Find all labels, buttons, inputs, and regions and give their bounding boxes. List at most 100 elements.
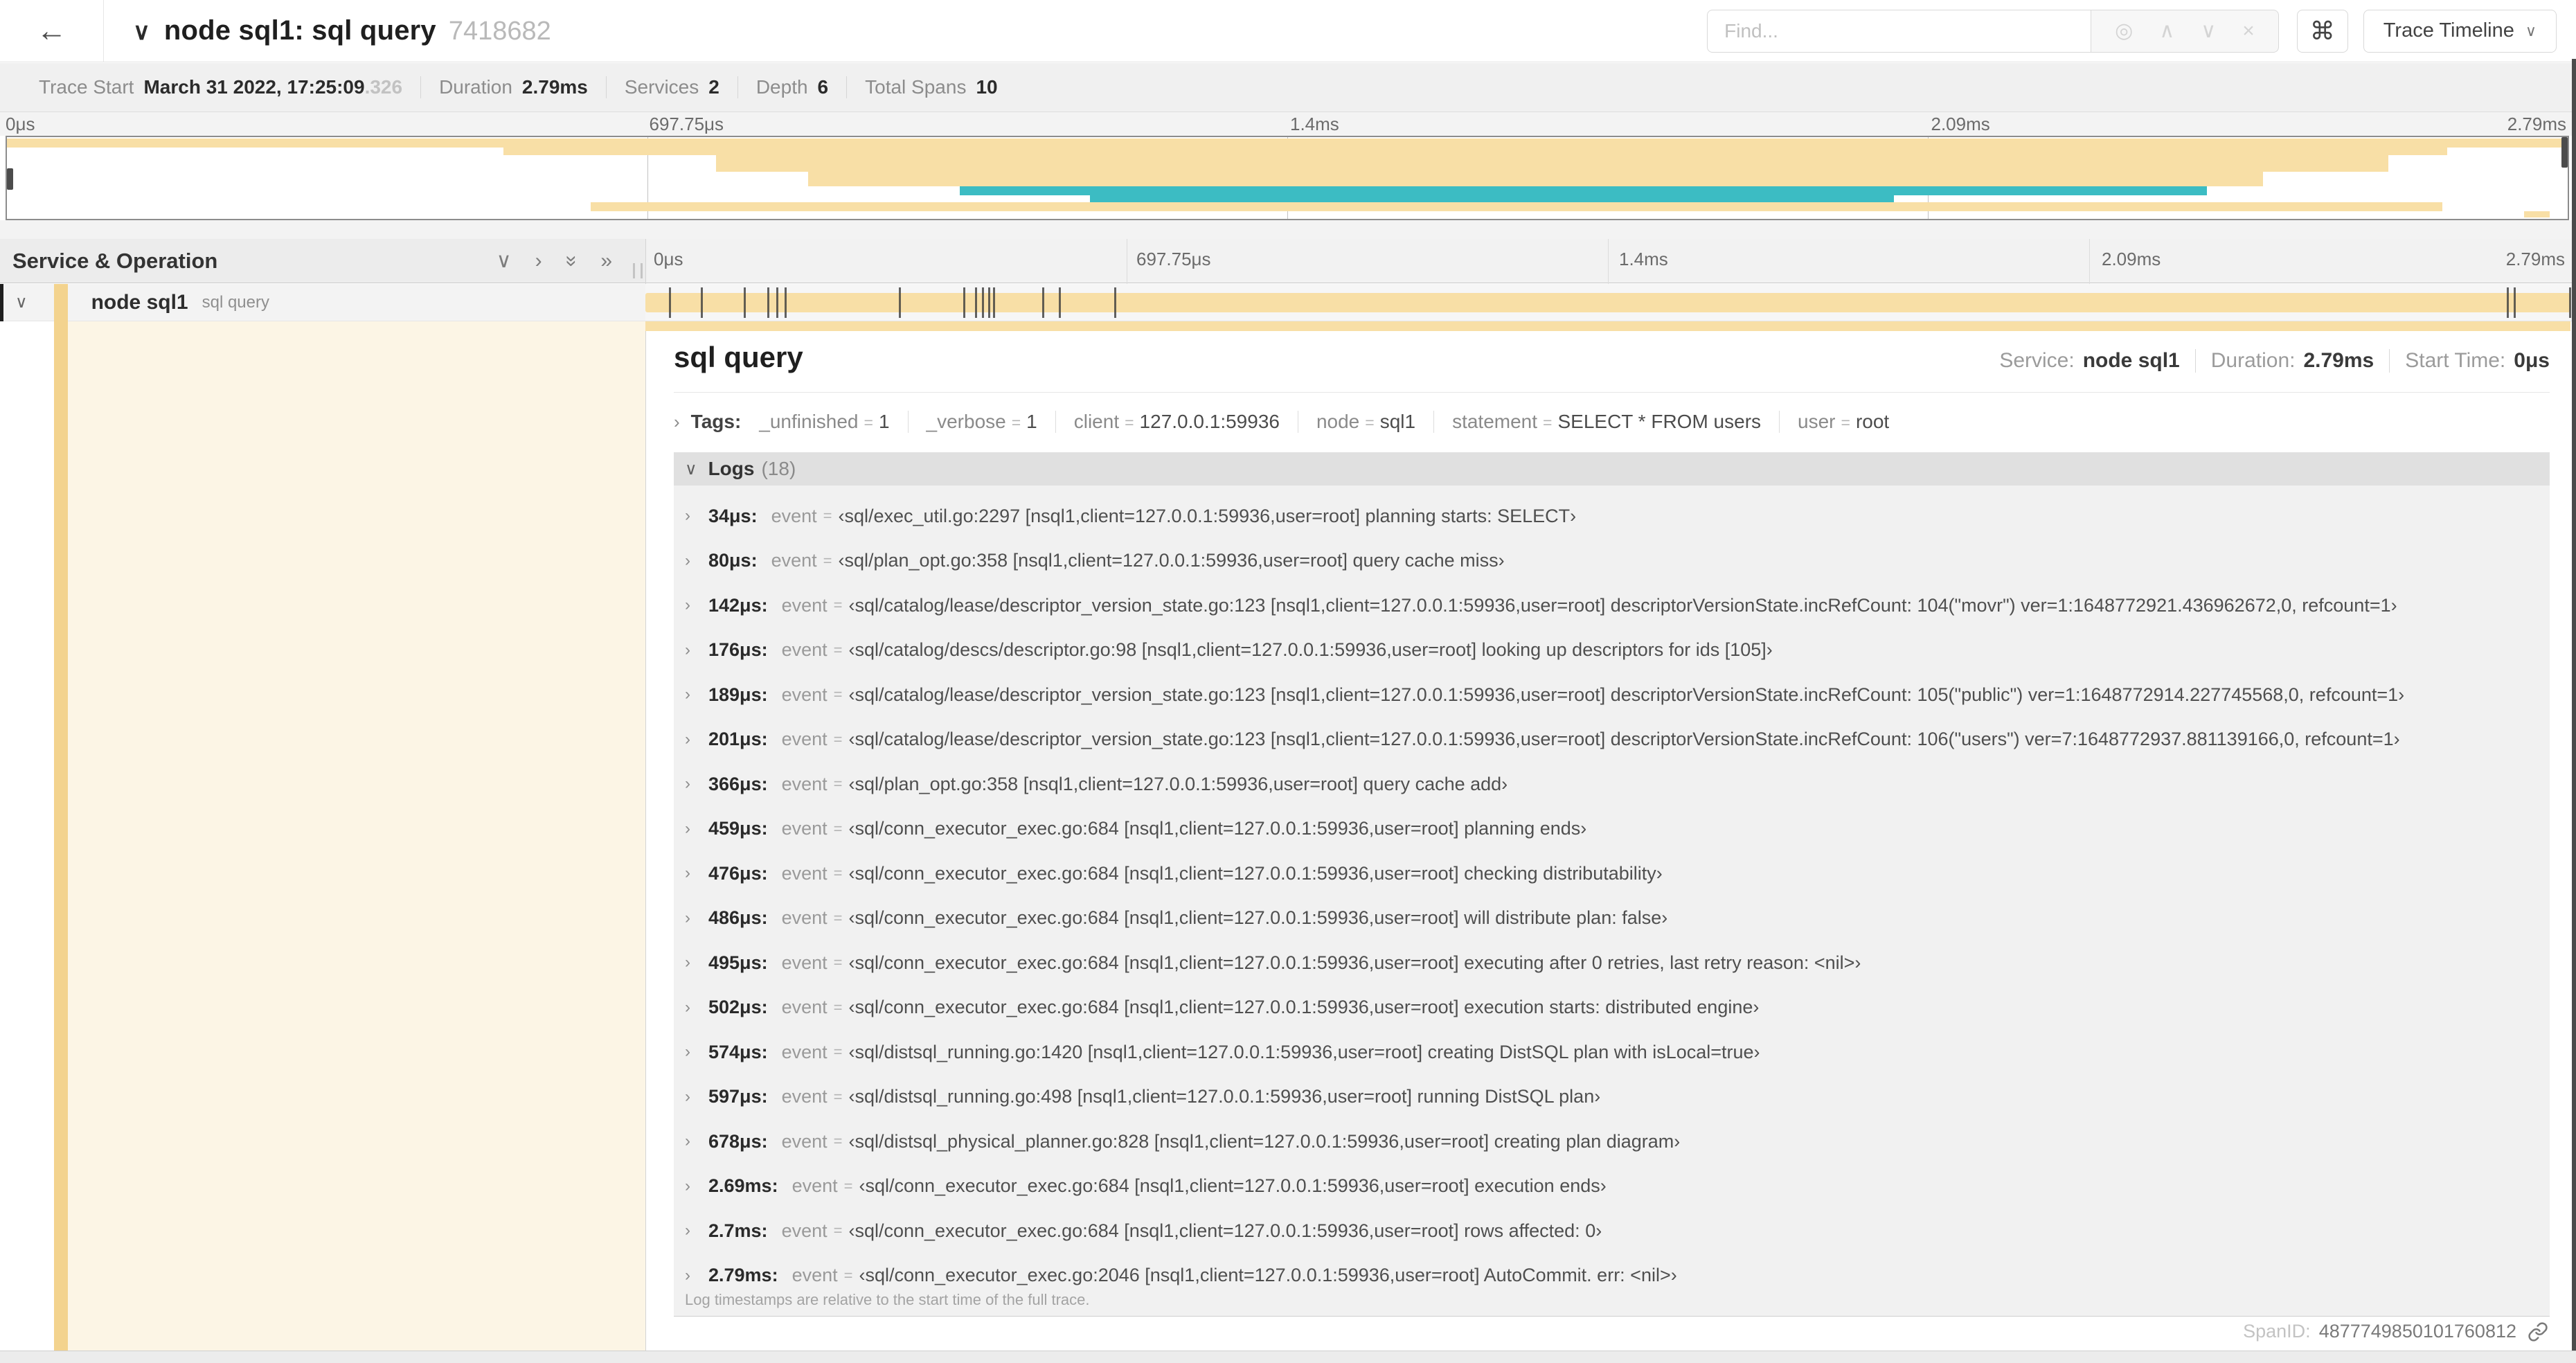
minimap-right-scrubber[interactable]: [2561, 137, 2568, 168]
bottom-scroll-strip[interactable]: [0, 1351, 2576, 1363]
log-expand-chevron-icon[interactable]: ›: [685, 551, 708, 571]
trace-title-wrap: ∨ node sql1: sql query 7418682: [133, 15, 551, 46]
log-expand-chevron-icon[interactable]: ›: [685, 1266, 708, 1285]
log-tick: [743, 287, 746, 318]
log-row[interactable]: › 142μs: event = ‹sql/catalog/lease/descript…: [685, 583, 2550, 628]
detail-meta-item: Duration: 2.79ms: [2194, 349, 2389, 373]
find-group: ◎ ∧ ∨ ×: [1707, 9, 2279, 53]
minimap-ruler-label: 1.4ms: [1290, 114, 1339, 134]
log-row[interactable]: › 34μs: event = ‹sql/exec_util.go:2297 [nsql…: [685, 494, 2550, 539]
find-tools: ◎ ∧ ∨ ×: [2091, 9, 2279, 53]
expand-one-icon[interactable]: ›: [535, 250, 542, 271]
right-scrollbar[interactable]: [2572, 59, 2576, 1351]
log-expand-chevron-icon[interactable]: ›: [685, 819, 708, 839]
locate-icon[interactable]: ◎: [2115, 19, 2133, 43]
log-tick: [981, 287, 984, 318]
log-row[interactable]: › 678μs: event = ‹sql/distsql_physical_plann…: [685, 1119, 2550, 1164]
log-expand-chevron-icon[interactable]: ›: [685, 1087, 708, 1107]
log-expand-chevron-icon[interactable]: ›: [685, 596, 708, 615]
log-expand-chevron-icon[interactable]: ›: [685, 953, 708, 972]
tags-expand-chevron-icon[interactable]: ›: [674, 411, 680, 433]
collapse-trace-chevron-icon[interactable]: ∨: [133, 18, 150, 46]
tag-pair: statement = SELECT * FROM users: [1433, 411, 1779, 433]
log-row[interactable]: › 2.69ms: event = ‹sql/conn_executor_exec.go…: [685, 1164, 2550, 1209]
header-actions: ◎ ∧ ∨ × ⌘ Trace Timeline ∨: [1707, 9, 2557, 53]
summary-item: Total Spans 10: [846, 76, 1015, 98]
collapse-children-chevron-icon[interactable]: ∨: [15, 292, 28, 312]
minimap-gap: [0, 220, 2576, 239]
log-row[interactable]: › 495μs: event = ‹sql/conn_executor_exec.go:…: [685, 941, 2550, 986]
log-tick: [963, 287, 965, 318]
tag-pair: client = 127.0.0.1:59936: [1055, 411, 1298, 433]
detail-meta-item: Service: node sql1: [1999, 349, 2180, 372]
log-expand-chevron-icon[interactable]: ›: [685, 730, 708, 749]
timeline-ruler-label: 2.09ms: [2102, 249, 2161, 269]
detail-row-background: [68, 321, 645, 1351]
log-expand-chevron-icon[interactable]: ›: [685, 1132, 708, 1151]
span-duration-bar[interactable]: [645, 293, 2570, 312]
command-icon: ⌘: [2309, 16, 2335, 45]
service-color-accent: [54, 284, 68, 321]
clear-search-icon[interactable]: ×: [2242, 19, 2255, 43]
log-tick: [987, 287, 990, 318]
logs-note: Log timestamps are relative to the start…: [685, 1291, 1090, 1308]
summary-item: Depth 6: [737, 76, 846, 98]
back-button[interactable]: ←: [0, 0, 104, 62]
log-expand-chevron-icon[interactable]: ›: [685, 998, 708, 1017]
prev-result-icon[interactable]: ∧: [2159, 19, 2174, 43]
log-expand-chevron-icon[interactable]: ›: [685, 641, 708, 660]
log-expand-chevron-icon[interactable]: ›: [685, 685, 708, 704]
log-expand-chevron-icon[interactable]: ›: [685, 774, 708, 794]
service-operation-header: Service & Operation ∨ › » »: [0, 239, 645, 283]
log-row[interactable]: › 366μs: event = ‹sql/plan_opt.go:358 [nsql1…: [685, 762, 2550, 807]
span-service-name: node sql1: [91, 290, 188, 314]
log-expand-chevron-icon[interactable]: ›: [685, 1042, 708, 1062]
log-row[interactable]: › 201μs: event = ‹sql/catalog/lease/descript…: [685, 718, 2550, 763]
log-expand-chevron-icon[interactable]: ›: [685, 909, 708, 928]
collapse-all-icon[interactable]: »: [560, 255, 583, 267]
log-row[interactable]: › 486μs: event = ‹sql/conn_executor_exec.go:…: [685, 896, 2550, 941]
chevron-down-icon: ∨: [2525, 21, 2537, 39]
trace-title: node sql1: sql query: [163, 15, 436, 46]
minimap-span-bar: [591, 202, 2442, 212]
tags-row[interactable]: › Tags: _unfinished = 1 _verbose = 1 client = 12…: [674, 411, 2550, 433]
log-expand-chevron-icon[interactable]: ›: [685, 506, 708, 526]
log-row[interactable]: › 502μs: event = ‹sql/conn_executor_exec.go:…: [685, 986, 2550, 1031]
span-row[interactable]: ∨ node sql1 sql query: [0, 284, 2576, 321]
log-expand-chevron-icon[interactable]: ›: [685, 1221, 708, 1240]
log-expand-chevron-icon[interactable]: ›: [685, 864, 708, 883]
next-result-icon[interactable]: ∨: [2201, 19, 2216, 43]
link-icon[interactable]: [2528, 1321, 2548, 1342]
log-row[interactable]: › 80μs: event = ‹sql/plan_opt.go:358 [nsql1,…: [685, 539, 2550, 584]
span-bar-cell[interactable]: [645, 284, 2576, 321]
span-id-label: SpanID:: [2243, 1321, 2311, 1342]
detail-divider: [674, 392, 2550, 393]
log-row[interactable]: › 476μs: event = ‹sql/conn_executor_exec.go:…: [685, 851, 2550, 896]
logs-header[interactable]: ∨ Logs (18): [674, 452, 2550, 485]
detail-meta-item: Start Time: 0μs: [2389, 349, 2550, 373]
log-expand-chevron-icon[interactable]: ›: [685, 1177, 708, 1196]
trace-minimap[interactable]: [6, 136, 2569, 220]
trace-summary-bar: Trace Start March 31 2022, 17:25:09.326 Du…: [0, 63, 2576, 112]
log-tick: [701, 287, 703, 318]
minimap-left-scrubber[interactable]: [7, 168, 13, 190]
column-resize-handle[interactable]: [633, 263, 643, 278]
log-row[interactable]: › 574μs: event = ‹sql/distsql_running.go:142…: [685, 1030, 2550, 1075]
keyboard-shortcuts-button[interactable]: ⌘: [2296, 9, 2348, 53]
log-row[interactable]: › 597μs: event = ‹sql/distsql_running.go:498…: [685, 1075, 2550, 1120]
log-tick: [669, 287, 671, 318]
log-row[interactable]: › 459μs: event = ‹sql/conn_executor_exec.go:…: [685, 807, 2550, 852]
summary-item: Trace Start March 31 2022, 17:25:09.326: [39, 76, 403, 98]
span-name-cell[interactable]: ∨ node sql1 sql query: [0, 284, 645, 321]
find-input[interactable]: [1707, 9, 2092, 53]
collapse-one-icon[interactable]: ∨: [497, 250, 512, 271]
span-detail-panel: sql query Service: node sql1 Duration: 2.79…: [646, 331, 2570, 1351]
log-row[interactable]: › 189μs: event = ‹sql/catalog/lease/descript…: [685, 672, 2550, 718]
page-header: ← ∨ node sql1: sql query 7418682 ◎ ∧ ∨ × ⌘ …: [0, 0, 2576, 62]
span-detail-title: sql query: [674, 341, 803, 373]
log-row[interactable]: › 2.7ms: event = ‹sql/conn_executor_exec.go:…: [685, 1209, 2550, 1254]
minimap-span-bar: [808, 171, 2263, 186]
expand-all-icon[interactable]: »: [600, 250, 612, 271]
trace-view-selector[interactable]: Trace Timeline ∨: [2363, 9, 2557, 53]
log-row[interactable]: › 176μs: event = ‹sql/catalog/descs/descript…: [685, 628, 2550, 673]
